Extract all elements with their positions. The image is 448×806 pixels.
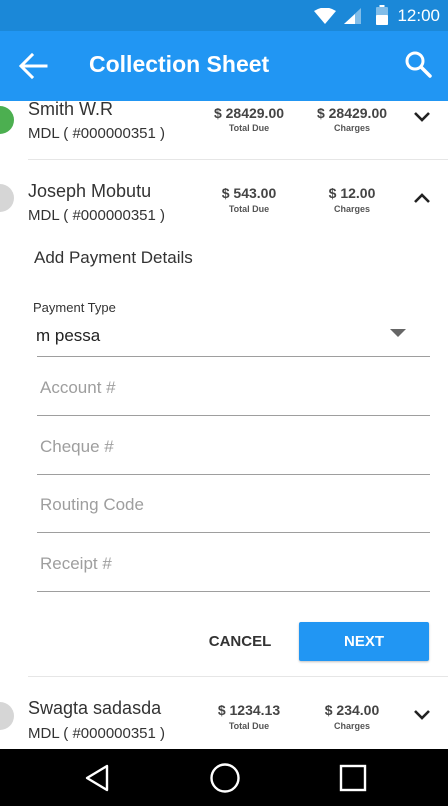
client-account: MDL ( #000000351 )	[28, 125, 166, 142]
routing-code-underline	[37, 532, 430, 533]
cancel-button[interactable]: CANCEL	[196, 622, 284, 660]
charges-label: Charges	[333, 721, 370, 731]
total-due-value: $ 1234.13	[217, 702, 281, 718]
receipt-underline	[37, 591, 430, 592]
receipt-input[interactable]	[40, 554, 420, 574]
next-button[interactable]: NEXT	[299, 622, 429, 661]
client-account: MDL ( #000000351 )	[28, 725, 166, 742]
wifi-icon	[314, 8, 336, 24]
routing-code-input[interactable]	[40, 495, 420, 515]
signal-icon	[344, 8, 361, 24]
app-bar: Collection Sheet	[0, 31, 448, 101]
status-bar: 12:00	[0, 0, 448, 31]
client-account: MDL ( #000000351 )	[28, 207, 166, 224]
client-name: Swagta sadasda	[28, 698, 162, 718]
navigation-bar	[0, 749, 448, 806]
account-input[interactable]	[40, 378, 420, 398]
chevron-down-icon[interactable]	[411, 110, 433, 124]
back-arrow-icon[interactable]	[18, 52, 48, 80]
dropdown-arrow-icon[interactable]	[390, 329, 406, 337]
status-indicator	[0, 106, 14, 134]
charges-label: Charges	[333, 204, 370, 214]
charges-value: $ 28429.00	[316, 105, 388, 121]
account-underline	[37, 415, 430, 416]
add-payment-title: Add Payment Details	[34, 248, 193, 267]
home-nav-icon[interactable]	[209, 762, 241, 794]
charges-value: $ 12.00	[328, 185, 376, 201]
back-nav-icon[interactable]	[83, 763, 113, 793]
cheque-underline	[37, 474, 430, 475]
payment-type-underline	[37, 356, 430, 357]
total-due-value: $ 28429.00	[213, 105, 285, 121]
client-row[interactable]: Joseph Mobutu MDL ( #000000351 ) $ 543.0…	[0, 160, 448, 232]
recents-nav-icon[interactable]	[339, 764, 367, 792]
total-due-label: Total Due	[228, 204, 270, 214]
status-time: 12:00	[397, 6, 440, 25]
client-row[interactable]: Swagta sadasda MDL ( #000000351 ) $ 1234…	[0, 677, 448, 749]
total-due-label: Total Due	[228, 123, 270, 133]
search-icon[interactable]	[404, 50, 432, 78]
client-row[interactable]: Smith W.R MDL ( #000000351 ) $ 28429.00 …	[0, 99, 448, 159]
chevron-up-icon[interactable]	[411, 191, 433, 205]
client-name: Joseph Mobutu	[28, 181, 152, 201]
status-indicator	[0, 702, 14, 730]
client-name: Smith W.R	[28, 99, 114, 119]
page-title: Collection Sheet	[89, 51, 270, 77]
payment-type-select[interactable]: m pessa	[36, 326, 100, 346]
cheque-input[interactable]	[40, 437, 420, 457]
battery-icon	[376, 5, 388, 25]
total-due-label: Total Due	[228, 721, 270, 731]
charges-label: Charges	[333, 123, 370, 133]
payment-type-label: Payment Type	[33, 300, 116, 315]
status-indicator	[0, 184, 14, 212]
chevron-down-icon[interactable]	[411, 708, 433, 722]
charges-value: $ 234.00	[324, 702, 380, 718]
total-due-value: $ 543.00	[221, 185, 277, 201]
